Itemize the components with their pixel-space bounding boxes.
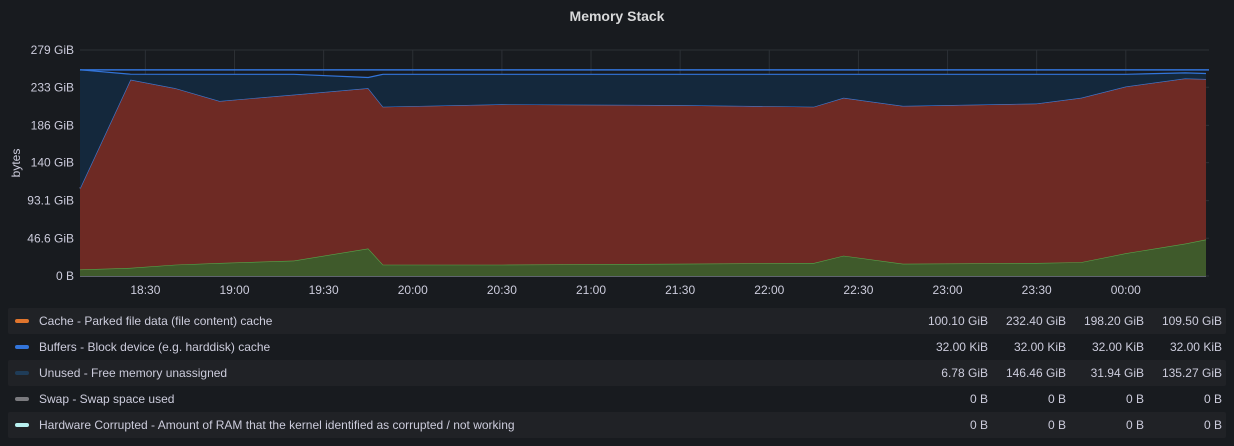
legend-row-hardware-corrupted[interactable]: Hardware Corrupted - Amount of RAM that … (8, 412, 1226, 438)
legend-value: 32.00 KiB (1169, 340, 1222, 354)
legend-row-buffers[interactable]: Buffers - Block device (e.g. harddisk) c… (8, 334, 1226, 360)
panel-title[interactable]: Memory Stack (0, 8, 1234, 24)
x-tick-label: 22:00 (754, 283, 784, 297)
x-tick-label: 21:00 (576, 283, 606, 297)
legend-value: 0 B (1125, 392, 1144, 406)
legend-value: 0 B (1047, 392, 1066, 406)
legend-value: 31.94 GiB (1090, 366, 1144, 380)
legend-value: 135.27 GiB (1161, 366, 1222, 380)
y-tick-label: 186 GiB (31, 118, 74, 132)
legend-value: 100.10 GiB (927, 314, 988, 328)
legend-swatch-buffers (15, 345, 29, 349)
legend-row-swap[interactable]: Swap - Swap space used 0 B 0 B 0 B 0 B (8, 386, 1226, 412)
legend-value: 0 B (969, 418, 988, 432)
legend-label[interactable]: Swap - Swap space used (39, 392, 910, 406)
legend-value: 0 B (1203, 392, 1222, 406)
legend-value: 32.00 KiB (1013, 340, 1066, 354)
x-tick-label: 20:30 (487, 283, 517, 297)
legend-value: 109.50 GiB (1161, 314, 1222, 328)
legend-label[interactable]: Cache - Parked file data (file content) … (39, 314, 910, 328)
legend-row-cache[interactable]: Cache - Parked file data (file content) … (8, 308, 1226, 334)
y-tick-label: 46.6 GiB (27, 231, 74, 245)
legend-swatch-unused (15, 371, 29, 375)
legend-row-unused[interactable]: Unused - Free memory unassigned 6.78 GiB… (8, 360, 1226, 386)
legend-value: 0 B (1047, 418, 1066, 432)
y-tick-label: 140 GiB (31, 156, 74, 170)
series-area-cache (80, 78, 1206, 270)
legend-value: 198.20 GiB (1083, 314, 1144, 328)
legend-value: 0 B (1125, 418, 1144, 432)
x-tick-label: 18:30 (130, 283, 160, 297)
legend-label[interactable]: Hardware Corrupted - Amount of RAM that … (39, 418, 910, 432)
legend-label[interactable]: Buffers - Block device (e.g. harddisk) c… (39, 340, 910, 354)
legend-value: 232.40 GiB (1005, 314, 1066, 328)
y-tick-label: 0 B (56, 269, 74, 283)
y-tick-label: 279 GiB (31, 43, 74, 57)
legend-swatch-swap (15, 397, 29, 401)
y-axis-label: bytes (9, 149, 23, 178)
legend-label[interactable]: Unused - Free memory unassigned (39, 366, 910, 380)
legend-value: 146.46 GiB (1005, 366, 1066, 380)
y-tick-label: 93.1 GiB (27, 194, 74, 208)
x-tick-label: 22:30 (843, 283, 873, 297)
legend-value: 6.78 GiB (941, 366, 988, 380)
x-tick-label: 20:00 (398, 283, 428, 297)
x-tick-label: 23:00 (933, 283, 963, 297)
x-tick-label: 00:00 (1111, 283, 1141, 297)
legend-value: 0 B (1203, 418, 1222, 432)
legend-value: 32.00 KiB (935, 340, 988, 354)
legend-swatch-cache (15, 319, 29, 323)
y-tick-label: 233 GiB (31, 80, 74, 94)
legend-value: 0 B (969, 392, 988, 406)
legend: Cache - Parked file data (file content) … (8, 308, 1226, 438)
x-tick-label: 21:30 (665, 283, 695, 297)
memory-stack-chart[interactable]: 0 B 46.6 GiB 93.1 GiB 140 GiB 186 GiB 233 GiB… (0, 34, 1234, 306)
legend-swatch-hardware-corrupted (15, 423, 29, 427)
x-tick-label: 23:30 (1022, 283, 1052, 297)
legend-value: 32.00 KiB (1091, 340, 1144, 354)
x-tick-label: 19:30 (309, 283, 339, 297)
x-tick-label: 19:00 (219, 283, 249, 297)
